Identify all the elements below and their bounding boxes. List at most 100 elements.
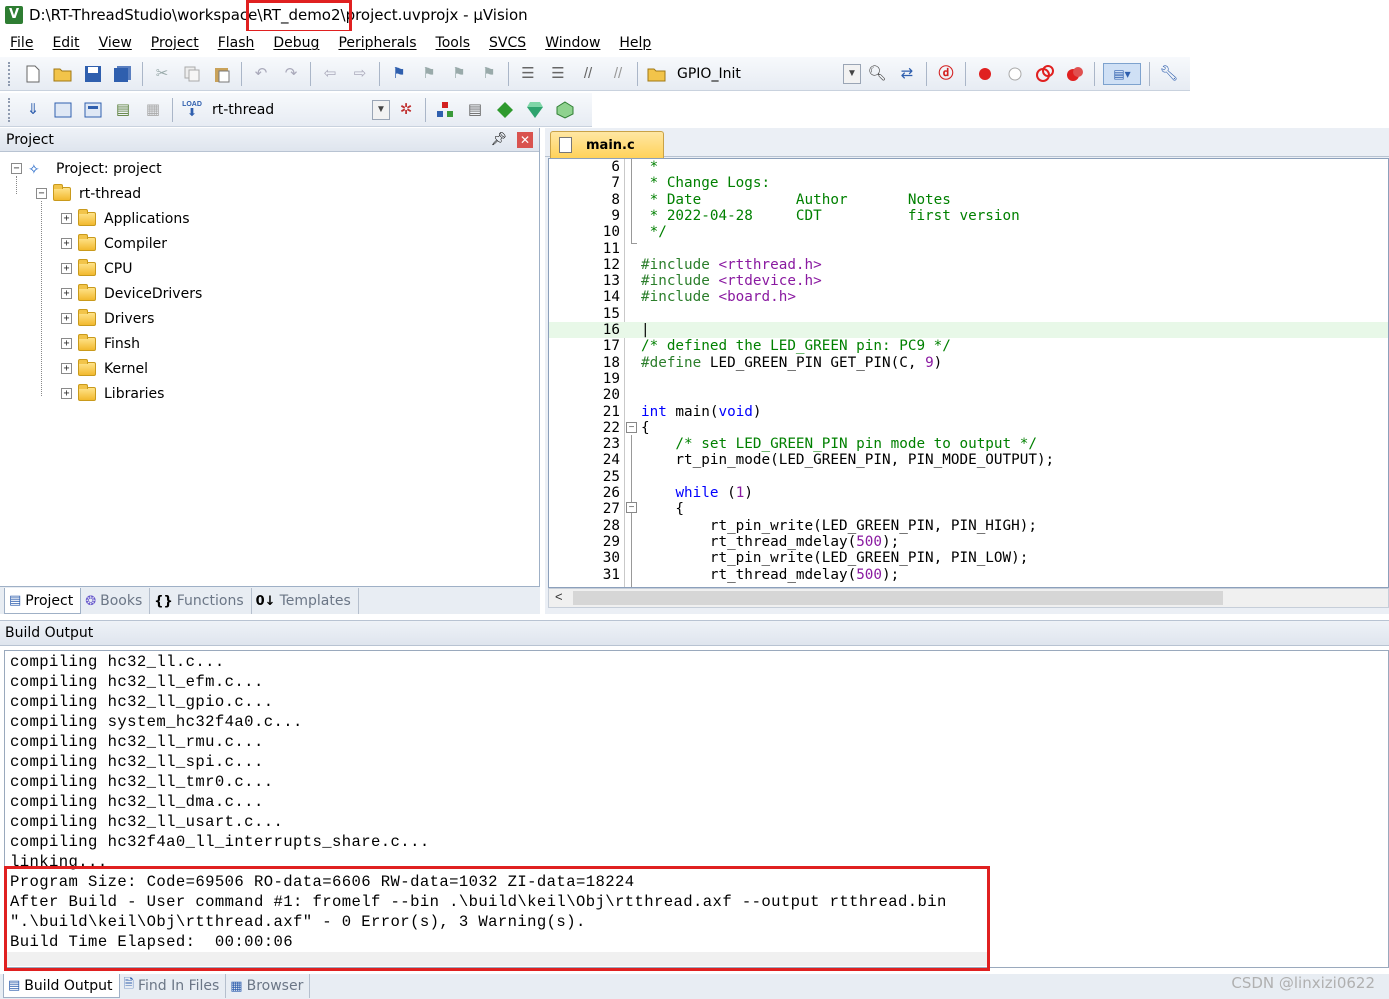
incremental-find-icon[interactable]: 🔍︎: [866, 63, 888, 85]
stop-build-icon[interactable]: ▦: [142, 99, 164, 121]
insert-breakpoint-icon[interactable]: [974, 63, 996, 85]
tab-books[interactable]: ❂ Books: [81, 588, 151, 614]
tab-functions[interactable]: {} Functions: [150, 588, 252, 614]
menu-window[interactable]: Window: [535, 35, 609, 51]
toolbar-grip[interactable]: [8, 97, 12, 122]
code-line[interactable]: 27 {: [549, 501, 1388, 517]
tab-find-in-files[interactable]: 🗎︎ Find In Files: [120, 974, 227, 998]
code-line[interactable]: 18 #define LED_GREEN_PIN GET_PIN(C, 9): [549, 355, 1388, 371]
open-folder-icon[interactable]: [52, 63, 74, 85]
scrollbar-thumb[interactable]: [573, 591, 1223, 605]
software-packs-icon[interactable]: [554, 99, 576, 121]
expand-icon[interactable]: +: [61, 313, 72, 324]
bookmark-icon[interactable]: ⚑: [388, 63, 410, 85]
navigate-forward-icon[interactable]: ⇨: [349, 63, 371, 85]
close-icon[interactable]: ✕: [517, 132, 533, 148]
expand-icon[interactable]: +: [61, 363, 72, 374]
select-packs-icon[interactable]: ▤: [464, 99, 486, 121]
disable-breakpoint-icon[interactable]: [1004, 63, 1026, 85]
code-line[interactable]: 28 rt_pin_write(LED_GREEN_PIN, PIN_HIGH)…: [549, 518, 1388, 534]
menu-file[interactable]: File: [0, 35, 42, 51]
paste-icon[interactable]: [211, 63, 233, 85]
menu-peripherals[interactable]: Peripherals: [328, 35, 425, 51]
code-line[interactable]: 25: [549, 469, 1388, 485]
tree-node-kernel[interactable]: + Kernel: [61, 356, 148, 381]
tab-templates[interactable]: 0↓ Templates: [252, 588, 359, 614]
code-line[interactable]: 13 #include <rtdevice.h>: [549, 273, 1388, 289]
target-options-icon[interactable]: ✲: [395, 99, 417, 121]
manage-project-items-icon[interactable]: [434, 99, 456, 121]
disable-all-breakpoints-icon[interactable]: [1034, 63, 1056, 85]
code-line[interactable]: 26 while (1): [549, 485, 1388, 501]
menu-view[interactable]: View: [89, 35, 141, 51]
save-all-icon[interactable]: [112, 63, 134, 85]
tree-node-applications[interactable]: + Applications: [61, 206, 190, 231]
code-line[interactable]: 20: [549, 387, 1388, 403]
tab-main-c[interactable]: main.c: [550, 131, 664, 158]
fold-collapse-icon[interactable]: −: [626, 422, 637, 433]
expand-icon[interactable]: +: [61, 213, 72, 224]
rebuild-icon[interactable]: [82, 99, 104, 121]
batch-build-icon[interactable]: ▤: [112, 99, 134, 121]
menu-tools[interactable]: Tools: [426, 35, 480, 51]
tree-node-drivers[interactable]: + Drivers: [61, 306, 154, 331]
save-icon[interactable]: [82, 63, 104, 85]
code-line[interactable]: 17 /* defined the LED_GREEN pin: PC9 */: [549, 338, 1388, 354]
code-line[interactable]: 11: [549, 241, 1388, 257]
tab-project[interactable]: ▤ Project: [4, 588, 82, 614]
expand-icon[interactable]: +: [61, 288, 72, 299]
code-line[interactable]: 9 * 2022-04-28 CDT first version: [549, 208, 1388, 224]
code-line[interactable]: 29 rt_thread_mdelay(500);: [549, 534, 1388, 550]
code-line[interactable]: 31 rt_thread_mdelay(500);: [549, 567, 1388, 583]
code-line[interactable]: 21 int main(void): [549, 404, 1388, 420]
expand-icon[interactable]: +: [61, 263, 72, 274]
window-layout-icon[interactable]: ▤▾: [1103, 62, 1141, 85]
expand-icon[interactable]: +: [61, 238, 72, 249]
clear-bookmarks-icon[interactable]: ⚑: [478, 63, 500, 85]
code-line[interactable]: 12 #include <rtthread.h>: [549, 257, 1388, 273]
build-icon[interactable]: [52, 99, 74, 121]
tree-node-compiler[interactable]: + Compiler: [61, 231, 167, 256]
code-line[interactable]: 14 #include <board.h>: [549, 289, 1388, 305]
menu-edit[interactable]: Edit: [42, 35, 88, 51]
download-load-icon[interactable]: LOAD ⬇: [181, 99, 203, 121]
expand-icon[interactable]: +: [61, 388, 72, 399]
code-line[interactable]: 30 rt_pin_write(LED_GREEN_PIN, PIN_LOW);: [549, 550, 1388, 566]
code-line[interactable]: 6 *: [549, 159, 1388, 175]
translate-icon[interactable]: ⇓: [22, 99, 44, 121]
menu-svcs[interactable]: SVCS: [479, 35, 535, 51]
chevron-down-icon[interactable]: ▼: [843, 63, 861, 84]
target-combo[interactable]: rt-thread ▼: [207, 99, 391, 121]
toolbar-grip[interactable]: [8, 61, 12, 86]
menu-flash[interactable]: Flash: [208, 35, 264, 51]
comment-icon[interactable]: //: [577, 63, 599, 85]
code-line[interactable]: 16 |: [549, 322, 1388, 338]
configure-wrench-icon[interactable]: 🔧︎: [1158, 63, 1180, 85]
manage-rte-icon[interactable]: [494, 99, 516, 121]
menu-debug[interactable]: Debug: [263, 35, 328, 51]
prev-bookmark-icon[interactable]: ⚑: [418, 63, 440, 85]
find-in-files-icon[interactable]: [646, 63, 668, 85]
debug-session-icon[interactable]: ⓓ: [935, 63, 957, 85]
code-editor[interactable]: 6 * 7 * Change Logs: 8 * Date Author Notes…: [548, 158, 1389, 588]
pin-icon[interactable]: 📌︎: [490, 132, 507, 147]
code-line[interactable]: 22 {: [549, 420, 1388, 436]
kill-all-breakpoints-icon[interactable]: [1064, 63, 1086, 85]
tree-node-project-root[interactable]: − ✧ Project: project: [11, 156, 162, 181]
code-line[interactable]: 19: [549, 371, 1388, 387]
next-bookmark-icon[interactable]: ⚑: [448, 63, 470, 85]
tree-node-finsh[interactable]: + Finsh: [61, 331, 140, 356]
tree-node-devicedrivers[interactable]: + DeviceDrivers: [61, 281, 202, 306]
new-file-icon[interactable]: [22, 63, 44, 85]
code-line[interactable]: 8 * Date Author Notes: [549, 192, 1388, 208]
code-line[interactable]: 23 /* set LED_GREEN_PIN pin mode to outp…: [549, 436, 1388, 452]
collapse-icon[interactable]: −: [36, 188, 47, 199]
editor-horizontal-scrollbar[interactable]: <: [548, 588, 1389, 608]
copy-icon[interactable]: [181, 63, 203, 85]
cut-icon[interactable]: ✂: [151, 63, 173, 85]
scroll-left-icon[interactable]: <: [555, 589, 563, 604]
code-line[interactable]: 7 * Change Logs:: [549, 175, 1388, 191]
code-line[interactable]: 24 rt_pin_mode(LED_GREEN_PIN, PIN_MODE_O…: [549, 452, 1388, 468]
fold-collapse-icon[interactable]: −: [626, 502, 637, 513]
redo-icon[interactable]: ↷: [280, 63, 302, 85]
